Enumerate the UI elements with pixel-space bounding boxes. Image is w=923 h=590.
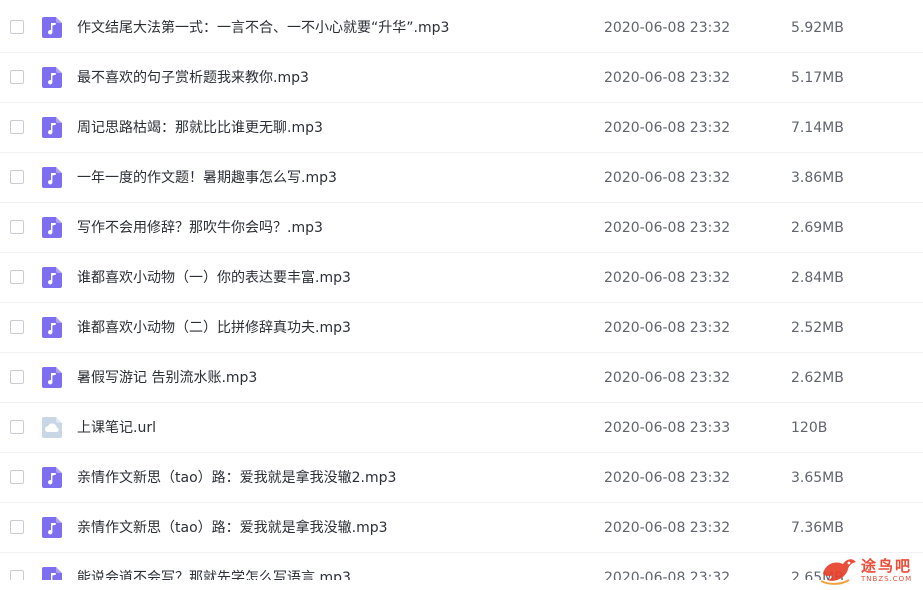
file-size: 5.92MB [791, 20, 844, 36]
row-checkbox[interactable] [10, 70, 24, 84]
file-row[interactable]: 周记思路枯竭：那就比比谁更无聊.mp3 2020-06-08 23:32 7.14M… [0, 103, 923, 153]
file-size: 5.17MB [791, 70, 844, 86]
audio-file-icon [41, 16, 64, 39]
file-row[interactable]: 谁都喜欢小动物（一）你的表达要丰富.mp3 2020-06-08 23:32 2.8… [0, 253, 923, 303]
row-checkbox[interactable] [10, 120, 24, 134]
audio-file-icon [41, 366, 64, 389]
file-modified-date: 2020-06-08 23:32 [604, 70, 731, 86]
file-name[interactable]: 亲情作文新思（tao）路：爱我就是拿我没辙.mp3 [77, 518, 388, 538]
file-row[interactable]: 亲情作文新思（tao）路：爱我就是拿我没辙2.mp3 2020-06-08 23:… [0, 453, 923, 503]
audio-file-icon [41, 216, 64, 239]
file-row[interactable]: 亲情作文新思（tao）路：爱我就是拿我没辙.mp3 2020-06-08 23:3… [0, 503, 923, 553]
file-name[interactable]: 最不喜欢的句子赏析题我来教你.mp3 [77, 68, 309, 88]
file-modified-date: 2020-06-08 23:32 [604, 520, 731, 536]
file-modified-date: 2020-06-08 23:32 [604, 120, 731, 136]
file-name[interactable]: 作文结尾大法第一式：一言不合、一不小心就要“升华”.mp3 [77, 18, 449, 38]
row-checkbox[interactable] [10, 270, 24, 284]
row-checkbox[interactable] [10, 520, 24, 534]
file-name[interactable]: 暑假写游记 告别流水账.mp3 [77, 368, 257, 388]
file-name[interactable]: 上课笔记.url [77, 418, 156, 438]
file-modified-date: 2020-06-08 23:32 [604, 270, 731, 286]
file-size: 120B [791, 420, 828, 436]
file-size: 2.52MB [791, 320, 844, 336]
file-name[interactable]: 谁都喜欢小动物（二）比拼修辞真功夫.mp3 [77, 318, 351, 338]
row-checkbox[interactable] [10, 420, 24, 434]
file-modified-date: 2020-06-08 23:33 [604, 420, 731, 436]
audio-file-icon [41, 166, 64, 189]
file-size: 2.69MB [791, 220, 844, 236]
file-name[interactable]: 写作不会用修辞？那吹牛你会吗？.mp3 [77, 218, 323, 238]
row-checkbox[interactable] [10, 470, 24, 484]
file-modified-date: 2020-06-08 23:32 [604, 220, 731, 236]
audio-file-icon [41, 66, 64, 89]
file-row[interactable]: 写作不会用修辞？那吹牛你会吗？.mp3 2020-06-08 23:32 2.69M… [0, 203, 923, 253]
file-name[interactable]: 一年一度的作文题！暑期趣事怎么写.mp3 [77, 168, 337, 188]
file-name[interactable]: 周记思路枯竭：那就比比谁更无聊.mp3 [77, 118, 323, 138]
file-row[interactable]: 作文结尾大法第一式：一言不合、一不小心就要“升华”.mp3 2020-06-08 … [0, 3, 923, 53]
file-row[interactable]: 上课笔记.url 2020-06-08 23:33 120B [0, 403, 923, 453]
file-size: 2.84MB [791, 270, 844, 286]
audio-file-icon [41, 466, 64, 489]
file-modified-date: 2020-06-08 23:32 [604, 20, 731, 36]
file-row[interactable]: 暑假写游记 告别流水账.mp3 2020-06-08 23:32 2.62MB [0, 353, 923, 403]
audio-file-icon [41, 116, 64, 139]
row-checkbox[interactable] [10, 220, 24, 234]
link-file-icon [41, 416, 64, 439]
audio-file-icon [41, 516, 64, 539]
file-size: 3.86MB [791, 170, 844, 186]
site-watermark: 途鸟吧 TNBZS.COM [819, 553, 917, 587]
row-checkbox[interactable] [10, 170, 24, 184]
file-row[interactable]: 谁都喜欢小动物（二）比拼修辞真功夫.mp3 2020-06-08 23:32 2.5… [0, 303, 923, 353]
file-modified-date: 2020-06-08 23:32 [604, 370, 731, 386]
file-modified-date: 2020-06-08 23:32 [604, 470, 731, 486]
audio-file-icon [41, 266, 64, 289]
file-name[interactable]: 亲情作文新思（tao）路：爱我就是拿我没辙2.mp3 [77, 468, 396, 488]
bird-logo-icon [820, 559, 856, 585]
row-checkbox[interactable] [10, 320, 24, 334]
file-row[interactable]: 最不喜欢的句子赏析题我来教你.mp3 2020-06-08 23:32 5.17MB [0, 53, 923, 103]
row-checkbox[interactable] [10, 20, 24, 34]
file-modified-date: 2020-06-08 23:32 [604, 320, 731, 336]
row-checkbox[interactable] [10, 370, 24, 384]
file-size: 7.36MB [791, 520, 844, 536]
list-bottom-edge [0, 580, 923, 590]
audio-file-icon [41, 316, 64, 339]
file-size: 3.65MB [791, 470, 844, 486]
file-name[interactable]: 谁都喜欢小动物（一）你的表达要丰富.mp3 [77, 268, 351, 288]
file-row[interactable]: 一年一度的作文题！暑期趣事怎么写.mp3 2020-06-08 23:32 3.86… [0, 153, 923, 203]
file-size: 7.14MB [791, 120, 844, 136]
file-size: 2.62MB [791, 370, 844, 386]
watermark-text: 途鸟吧 TNBZS.COM [861, 557, 912, 584]
watermark-domain: TNBZS.COM [861, 574, 913, 583]
file-modified-date: 2020-06-08 23:32 [604, 170, 731, 186]
watermark-title: 途鸟吧 [861, 556, 913, 575]
file-list: 作文结尾大法第一式：一言不合、一不小心就要“升华”.mp3 2020-06-08 … [0, 0, 923, 590]
